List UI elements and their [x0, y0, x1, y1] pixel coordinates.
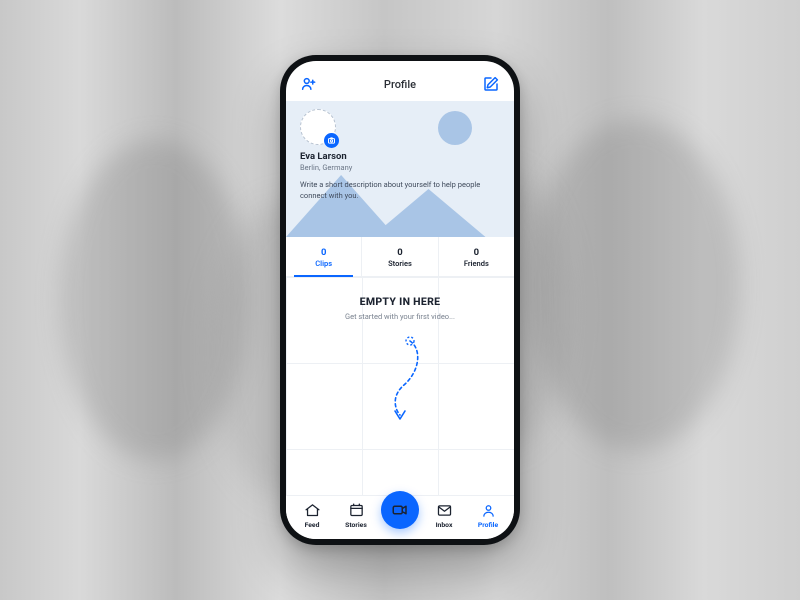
add-friend-icon[interactable]: [300, 75, 318, 93]
nav-stories[interactable]: Stories: [334, 502, 378, 529]
tab-clips[interactable]: 0 Clips: [286, 237, 361, 276]
empty-subtitle: Get started with your first video...: [286, 312, 514, 321]
empty-title: EMPTY IN HERE: [286, 295, 514, 308]
profile-cover: Eva Larson Berlin, Germany Write a short…: [286, 101, 514, 237]
profile-text: Eva Larson Berlin, Germany Write a short…: [300, 151, 500, 201]
nav-feed-label: Feed: [305, 521, 320, 529]
avatar[interactable]: [300, 109, 336, 145]
record-button[interactable]: [381, 491, 419, 529]
hint-arrow-icon: [370, 335, 430, 425]
page-title: Profile: [384, 78, 416, 91]
user-location: Berlin, Germany: [300, 163, 500, 172]
empty-state: EMPTY IN HERE Get started with your firs…: [286, 295, 514, 321]
friends-label: Friends: [439, 259, 514, 268]
header-bar: Profile: [286, 61, 514, 101]
app-screen: Profile: [286, 61, 514, 539]
phone-frame: Profile: [280, 55, 520, 545]
clips-count: 0: [286, 247, 361, 258]
stories-label: Stories: [362, 259, 437, 268]
cover-placeholder-sun: [438, 111, 472, 145]
bottom-nav: Feed Stories: [286, 495, 514, 539]
user-name: Eva Larson: [300, 151, 500, 162]
friends-count: 0: [439, 247, 514, 258]
edit-icon[interactable]: [482, 75, 500, 93]
stories-count: 0: [362, 247, 437, 258]
tab-stories[interactable]: 0 Stories: [361, 237, 437, 276]
nav-inbox-label: Inbox: [436, 521, 453, 529]
nav-profile[interactable]: Profile: [466, 502, 510, 529]
nav-profile-label: Profile: [478, 521, 498, 529]
user-bio[interactable]: Write a short description about yourself…: [300, 180, 500, 201]
nav-inbox[interactable]: Inbox: [422, 502, 466, 529]
nav-stories-label: Stories: [345, 521, 367, 529]
camera-badge-icon[interactable]: [324, 133, 339, 148]
stats-tabs: 0 Clips 0 Stories 0 Friends: [286, 237, 514, 277]
content-grid: EMPTY IN HERE Get started with your firs…: [286, 277, 514, 495]
nav-feed[interactable]: Feed: [290, 502, 334, 529]
tab-friends[interactable]: 0 Friends: [438, 237, 514, 276]
clips-label: Clips: [286, 259, 361, 268]
nav-record[interactable]: [378, 505, 422, 529]
